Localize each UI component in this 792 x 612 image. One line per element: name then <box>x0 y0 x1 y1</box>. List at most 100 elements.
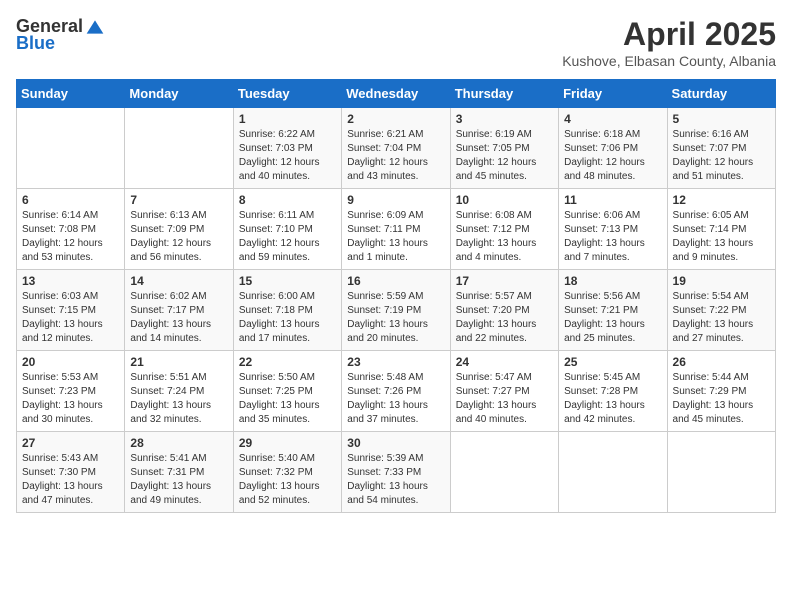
day-number: 24 <box>456 355 553 369</box>
day-info: Sunrise: 5:45 AM Sunset: 7:28 PM Dayligh… <box>564 371 661 427</box>
calendar-cell <box>125 108 233 189</box>
day-number: 21 <box>130 355 227 369</box>
calendar-cell: 17 Sunrise: 5:57 AM Sunset: 7:20 PM Dayli… <box>450 270 558 351</box>
day-number: 10 <box>456 193 553 207</box>
calendar-cell: 28Sunrise: 5:41 AM Sunset: 7:31 PM Dayli… <box>125 432 233 513</box>
day-info: Sunrise: 6:13 AM Sunset: 7:09 PM Dayligh… <box>130 209 227 265</box>
calendar-week-row: 27 Sunrise: 5:43 AM Sunset: 7:30 PM Dayli… <box>17 432 776 513</box>
calendar-cell: 8 Sunrise: 6:11 AM Sunset: 7:10 PM Daylig… <box>233 189 341 270</box>
calendar-cell: 15 Sunrise: 6:00 AM Sunset: 7:18 PM Dayli… <box>233 270 341 351</box>
day-info: Sunrise: 6:21 AM Sunset: 7:04 PM Dayligh… <box>347 128 444 184</box>
day-info: Sunrise: 6:18 AM Sunset: 7:06 PM Dayligh… <box>564 128 661 184</box>
day-info: Sunrise: 6:05 AM Sunset: 7:14 PM Dayligh… <box>673 209 770 265</box>
weekday-header: Tuesday <box>233 80 341 108</box>
day-info: Sunrise: 5:56 AM Sunset: 7:21 PM Dayligh… <box>564 290 661 346</box>
calendar-cell: 23Sunrise: 5:48 AM Sunset: 7:26 PM Dayli… <box>342 351 450 432</box>
calendar-cell: 1Sunrise: 6:22 AM Sunset: 7:03 PM Daylig… <box>233 108 341 189</box>
day-number: 17 <box>456 274 553 288</box>
page-header: General Blue April 2025 Kushove, Elbasan… <box>16 16 776 69</box>
day-info: Sunrise: 5:43 AM Sunset: 7:30 PM Dayligh… <box>22 452 119 508</box>
calendar-table: SundayMondayTuesdayWednesdayThursdayFrid… <box>16 79 776 513</box>
day-number: 2 <box>347 112 444 126</box>
logo-icon <box>85 17 105 37</box>
day-number: 26 <box>673 355 770 369</box>
calendar-cell <box>667 432 775 513</box>
day-number: 3 <box>456 112 553 126</box>
day-info: Sunrise: 5:59 AM Sunset: 7:19 PM Dayligh… <box>347 290 444 346</box>
weekday-header: Saturday <box>667 80 775 108</box>
weekday-header: Sunday <box>17 80 125 108</box>
day-number: 19 <box>673 274 770 288</box>
day-info: Sunrise: 6:08 AM Sunset: 7:12 PM Dayligh… <box>456 209 553 265</box>
day-number: 16 <box>347 274 444 288</box>
weekday-header: Friday <box>559 80 667 108</box>
calendar-cell: 4Sunrise: 6:18 AM Sunset: 7:06 PM Daylig… <box>559 108 667 189</box>
day-info: Sunrise: 6:03 AM Sunset: 7:15 PM Dayligh… <box>22 290 119 346</box>
calendar-cell: 2 Sunrise: 6:21 AM Sunset: 7:04 PM Daylig… <box>342 108 450 189</box>
weekday-header: Thursday <box>450 80 558 108</box>
calendar-cell: 26 Sunrise: 5:44 AM Sunset: 7:29 PM Dayli… <box>667 351 775 432</box>
day-info: Sunrise: 6:00 AM Sunset: 7:18 PM Dayligh… <box>239 290 336 346</box>
calendar-cell: 29Sunrise: 5:40 AM Sunset: 7:32 PM Dayli… <box>233 432 341 513</box>
day-number: 8 <box>239 193 336 207</box>
day-info: Sunrise: 6:02 AM Sunset: 7:17 PM Dayligh… <box>130 290 227 346</box>
day-number: 22 <box>239 355 336 369</box>
calendar-cell <box>559 432 667 513</box>
calendar-week-row: 1Sunrise: 6:22 AM Sunset: 7:03 PM Daylig… <box>17 108 776 189</box>
calendar-cell: 22 Sunrise: 5:50 AM Sunset: 7:25 PM Dayli… <box>233 351 341 432</box>
day-number: 9 <box>347 193 444 207</box>
day-number: 13 <box>22 274 119 288</box>
calendar-cell: 14 Sunrise: 6:02 AM Sunset: 7:17 PM Dayli… <box>125 270 233 351</box>
day-number: 15 <box>239 274 336 288</box>
day-info: Sunrise: 6:11 AM Sunset: 7:10 PM Dayligh… <box>239 209 336 265</box>
day-number: 27 <box>22 436 119 450</box>
calendar-cell: 20 Sunrise: 5:53 AM Sunset: 7:23 PM Dayli… <box>17 351 125 432</box>
day-number: 28 <box>130 436 227 450</box>
day-number: 14 <box>130 274 227 288</box>
calendar-cell: 12 Sunrise: 6:05 AM Sunset: 7:14 PM Dayli… <box>667 189 775 270</box>
calendar-cell: 6 Sunrise: 6:14 AM Sunset: 7:08 PM Daylig… <box>17 189 125 270</box>
calendar-cell: 11 Sunrise: 6:06 AM Sunset: 7:13 PM Dayli… <box>559 189 667 270</box>
day-info: Sunrise: 5:40 AM Sunset: 7:32 PM Dayligh… <box>239 452 336 508</box>
day-info: Sunrise: 6:06 AM Sunset: 7:13 PM Dayligh… <box>564 209 661 265</box>
calendar-cell <box>450 432 558 513</box>
calendar-week-row: 6 Sunrise: 6:14 AM Sunset: 7:08 PM Daylig… <box>17 189 776 270</box>
title-area: April 2025 Kushove, Elbasan County, Alba… <box>562 16 776 69</box>
logo-blue: Blue <box>16 33 55 54</box>
day-info: Sunrise: 6:14 AM Sunset: 7:08 PM Dayligh… <box>22 209 119 265</box>
day-info: Sunrise: 6:16 AM Sunset: 7:07 PM Dayligh… <box>673 128 770 184</box>
calendar-cell: 3Sunrise: 6:19 AM Sunset: 7:05 PM Daylig… <box>450 108 558 189</box>
calendar-cell: 18 Sunrise: 5:56 AM Sunset: 7:21 PM Dayli… <box>559 270 667 351</box>
calendar-cell: 9 Sunrise: 6:09 AM Sunset: 7:11 PM Daylig… <box>342 189 450 270</box>
day-number: 12 <box>673 193 770 207</box>
day-info: Sunrise: 5:47 AM Sunset: 7:27 PM Dayligh… <box>456 371 553 427</box>
weekday-header: Wednesday <box>342 80 450 108</box>
day-number: 5 <box>673 112 770 126</box>
day-info: Sunrise: 5:54 AM Sunset: 7:22 PM Dayligh… <box>673 290 770 346</box>
calendar-week-row: 13 Sunrise: 6:03 AM Sunset: 7:15 PM Dayli… <box>17 270 776 351</box>
logo: General Blue <box>16 16 105 54</box>
weekday-header: Monday <box>125 80 233 108</box>
day-info: Sunrise: 5:53 AM Sunset: 7:23 PM Dayligh… <box>22 371 119 427</box>
day-number: 20 <box>22 355 119 369</box>
day-info: Sunrise: 6:09 AM Sunset: 7:11 PM Dayligh… <box>347 209 444 265</box>
calendar-cell: 21 Sunrise: 5:51 AM Sunset: 7:24 PM Dayli… <box>125 351 233 432</box>
calendar-cell <box>17 108 125 189</box>
day-number: 23 <box>347 355 444 369</box>
day-info: Sunrise: 5:44 AM Sunset: 7:29 PM Dayligh… <box>673 371 770 427</box>
day-info: Sunrise: 5:50 AM Sunset: 7:25 PM Dayligh… <box>239 371 336 427</box>
calendar-cell: 24 Sunrise: 5:47 AM Sunset: 7:27 PM Dayli… <box>450 351 558 432</box>
calendar-cell: 13 Sunrise: 6:03 AM Sunset: 7:15 PM Dayli… <box>17 270 125 351</box>
day-number: 11 <box>564 193 661 207</box>
day-number: 30 <box>347 436 444 450</box>
calendar-week-row: 20 Sunrise: 5:53 AM Sunset: 7:23 PM Dayli… <box>17 351 776 432</box>
calendar-cell: 30Sunrise: 5:39 AM Sunset: 7:33 PM Dayli… <box>342 432 450 513</box>
day-number: 6 <box>22 193 119 207</box>
calendar-header-row: SundayMondayTuesdayWednesdayThursdayFrid… <box>17 80 776 108</box>
day-number: 7 <box>130 193 227 207</box>
day-info: Sunrise: 5:57 AM Sunset: 7:20 PM Dayligh… <box>456 290 553 346</box>
calendar-cell: 7 Sunrise: 6:13 AM Sunset: 7:09 PM Daylig… <box>125 189 233 270</box>
day-number: 18 <box>564 274 661 288</box>
location-subtitle: Kushove, Elbasan County, Albania <box>562 53 776 69</box>
day-info: Sunrise: 5:51 AM Sunset: 7:24 PM Dayligh… <box>130 371 227 427</box>
